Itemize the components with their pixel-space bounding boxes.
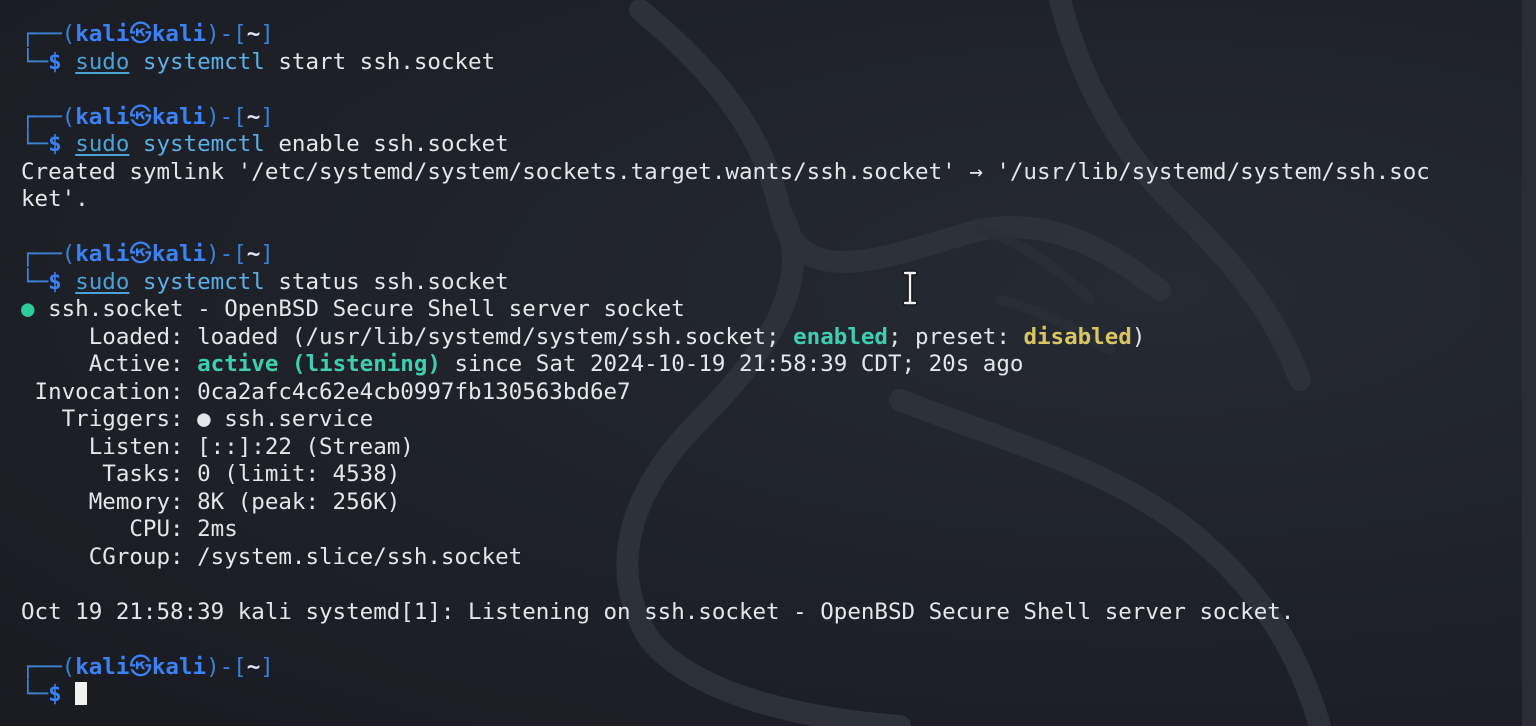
- prompt-host: kali: [151, 21, 207, 47]
- command-sudo: sudo: [75, 268, 130, 295]
- prompt-host: kali: [151, 653, 207, 680]
- prompt-frame: └─: [21, 48, 49, 75]
- text-ibeam-icon: [902, 270, 918, 306]
- prompt-line: ┌──(kali㉿kali)-[~]: [21, 241, 1516, 269]
- block-cursor-icon[interactable]: [75, 682, 88, 705]
- command-program: systemctl: [142, 48, 265, 75]
- prompt-frame: └─: [21, 131, 49, 157]
- output-line: Created symlink '/etc/systemd/system/soc…: [21, 158, 1430, 185]
- window-edge: [1522, 0, 1536, 726]
- prompt-frame: └─: [21, 681, 49, 707]
- prompt-line: ┌──(kali㉿kali)-[~]: [21, 654, 1516, 682]
- prompt-line: ┌──(kali㉿kali)-[~]: [21, 104, 1516, 132]
- prompt-frame: └─: [21, 268, 49, 295]
- prompt-frame: ┌──(: [21, 653, 76, 680]
- prompt-dollar: $: [48, 681, 62, 707]
- status-value: ; preset:: [887, 323, 1024, 350]
- command-line: └─$ sudo systemctl status ssh.socket: [21, 269, 1516, 297]
- prompt-frame: )-[: [206, 653, 247, 680]
- prompt-frame: ┌──(: [21, 103, 76, 130]
- status-value: loaded (/usr/lib/systemd/system/ssh.sock…: [197, 323, 794, 350]
- status-value: ): [1131, 323, 1146, 350]
- status-preset-badge: disabled: [1023, 323, 1132, 350]
- status-unit-line: ● ssh.socket - OpenBSD Secure Shell serv…: [21, 296, 1516, 324]
- status-memory-line: Memory: 8K (peak: 256K): [21, 488, 401, 515]
- prompt-frame: )-[: [206, 241, 247, 267]
- prompt-user: kali: [75, 21, 130, 47]
- prompt-frame: )-[: [206, 103, 247, 130]
- command-line: └─$ sudo systemctl start ssh.socket: [21, 49, 1516, 77]
- terminal-window[interactable]: ┌──(kali㉿kali)-[~] └─$ sudo systemctl st…: [0, 0, 1536, 726]
- prompt-host: kali: [151, 103, 207, 130]
- prompt-frame: ]: [260, 21, 274, 47]
- status-active-line: Active: active (listening) since Sat 202…: [21, 351, 1516, 379]
- status-cgroup-line: CGroup: /system.slice/ssh.socket: [21, 543, 523, 570]
- status-loaded-line: Loaded: loaded (/usr/lib/systemd/system/…: [21, 324, 1516, 352]
- prompt-cwd: ~: [246, 653, 261, 680]
- command-sudo: sudo: [75, 131, 130, 157]
- command-sudo: sudo: [75, 48, 130, 75]
- status-listen-line: Listen: [::]:22 (Stream): [21, 433, 414, 460]
- prompt-cwd: ~: [246, 21, 261, 47]
- prompt-at-icon: ㉿: [129, 21, 152, 47]
- prompt-cwd: ~: [246, 103, 261, 130]
- prompt-dollar: $: [48, 48, 62, 75]
- status-unit-description: ssh.socket - OpenBSD Secure Shell server…: [48, 296, 685, 322]
- status-label: Active:: [21, 351, 198, 377]
- prompt-user: kali: [75, 241, 130, 267]
- command-args: start ssh.socket: [278, 48, 496, 75]
- prompt-dollar: $: [48, 131, 62, 157]
- input-line[interactable]: └─$: [21, 681, 1516, 709]
- status-enabled-badge: enabled: [793, 323, 888, 350]
- status-tasks-line: Tasks: 0 (limit: 4538): [21, 461, 401, 487]
- command-program: systemctl: [142, 131, 265, 157]
- status-dot-icon: ●: [21, 296, 35, 322]
- status-active-badge: active (listening): [197, 351, 441, 377]
- prompt-dollar: $: [48, 268, 62, 295]
- status-triggers-line: Triggers: ● ssh.service: [21, 406, 374, 432]
- status-cpu-line: CPU: 2ms: [21, 516, 238, 542]
- status-label: Loaded:: [21, 323, 198, 350]
- prompt-at-icon: ㉿: [129, 241, 152, 267]
- output-line: ket'.: [21, 186, 89, 212]
- prompt-user: kali: [75, 103, 130, 130]
- prompt-frame: ]: [260, 103, 274, 130]
- prompt-line: ┌──(kali㉿kali)-[~]: [21, 21, 1516, 49]
- prompt-frame: ┌──(: [21, 241, 76, 267]
- prompt-frame: ┌──(: [21, 21, 76, 47]
- prompt-cwd: ~: [246, 241, 261, 267]
- prompt-frame: ]: [260, 241, 274, 267]
- prompt-frame: ]: [260, 653, 274, 680]
- command-args: enable ssh.socket: [278, 131, 509, 157]
- journal-line: Oct 19 21:58:39 kali systemd[1]: Listeni…: [21, 598, 1295, 625]
- command-args: status ssh.socket: [278, 268, 509, 295]
- status-value: since Sat 2024-10-19 21:58:39 CDT; 20s a…: [440, 351, 1024, 377]
- command-line: └─$ sudo systemctl enable ssh.socket: [21, 131, 1516, 159]
- status-invocation-line: Invocation: 0ca2afc4c62e4cb0997fb130563b…: [21, 378, 631, 405]
- prompt-host: kali: [151, 241, 207, 267]
- terminal-output[interactable]: ┌──(kali㉿kali)-[~] └─$ sudo systemctl st…: [21, 21, 1516, 709]
- prompt-user: kali: [75, 653, 130, 680]
- prompt-frame: )-[: [206, 21, 247, 47]
- prompt-at-icon: ㉿: [129, 103, 152, 130]
- prompt-at-icon: ㉿: [129, 653, 152, 680]
- command-program: systemctl: [142, 268, 265, 295]
